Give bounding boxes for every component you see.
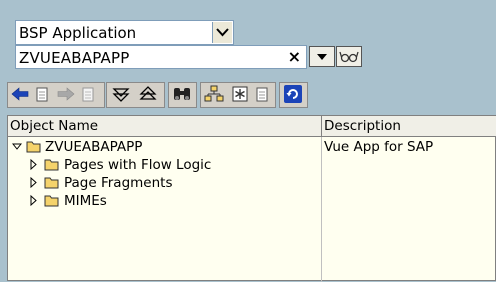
expand-subtree-button[interactable] <box>108 84 134 104</box>
tree-node-pages[interactable]: Pages with Flow Logic <box>8 156 495 174</box>
column-header-object-name[interactable]: Object Name <box>8 116 322 137</box>
arrow-right-icon <box>57 87 75 101</box>
expand-node-icon[interactable] <box>29 174 39 192</box>
tree-node-description: Vue App for SAP <box>324 139 434 155</box>
tree-node-fragments[interactable]: Page Fragments <box>8 174 495 192</box>
tree-node-root[interactable]: ZVUEABAPAPP Vue App for SAP <box>8 138 495 156</box>
arrow-left-icon <box>11 87 29 101</box>
display-button[interactable] <box>336 46 362 67</box>
chevron-down-icon[interactable] <box>212 22 232 43</box>
document-icon <box>82 87 94 102</box>
binoculars-icon <box>174 88 190 100</box>
hierarchy-button[interactable] <box>202 84 226 104</box>
hierarchy-icon <box>204 85 224 102</box>
refresh-button[interactable] <box>281 84 305 104</box>
expand-icon <box>112 88 130 102</box>
object-type-dropdown[interactable]: BSP Application <box>15 20 234 45</box>
find-button[interactable] <box>170 84 194 104</box>
triangle-down-icon <box>317 54 327 60</box>
back-list-button[interactable] <box>32 84 52 104</box>
back-button[interactable] <box>9 84 31 104</box>
document-icon <box>36 87 48 102</box>
object-type-value: BSP Application <box>19 24 137 42</box>
tree-node-label: Page Fragments <box>64 175 173 191</box>
tree-node-label: MIMEs <box>64 193 107 209</box>
tree-node-mimes[interactable]: MIMEs <box>8 192 495 210</box>
column-header-description[interactable]: Description <box>322 116 496 137</box>
history-dropdown-button[interactable] <box>309 46 335 67</box>
tree-node-label: Pages with Flow Logic <box>64 157 212 173</box>
document-icon <box>256 87 268 102</box>
collapse-subtree-button[interactable] <box>135 84 161 104</box>
asterisk-icon <box>232 86 248 102</box>
glasses-icon <box>339 51 359 63</box>
expand-node-icon[interactable] <box>29 156 39 174</box>
object-name-input[interactable]: ZVUEABAPAPP × <box>15 45 307 69</box>
new-object-button[interactable] <box>228 84 252 104</box>
tree-node-label: ZVUEABAPAPP <box>45 139 143 155</box>
collapse-icon <box>139 86 157 100</box>
forward-button[interactable] <box>55 84 77 104</box>
object-tree[interactable]: Object Name Description ZVUEABAPAPP Vue … <box>7 115 496 282</box>
refresh-icon <box>284 85 302 103</box>
tree-header: Object Name Description <box>8 116 496 137</box>
folder-icon <box>44 194 60 213</box>
forward-list-button[interactable] <box>78 84 98 104</box>
clear-icon[interactable]: × <box>288 47 301 66</box>
object-name-value: ZVUEABAPAPP <box>19 49 130 67</box>
expand-node-icon[interactable] <box>29 192 39 210</box>
display-list-button[interactable] <box>252 84 272 104</box>
collapse-node-icon[interactable] <box>11 138 23 156</box>
